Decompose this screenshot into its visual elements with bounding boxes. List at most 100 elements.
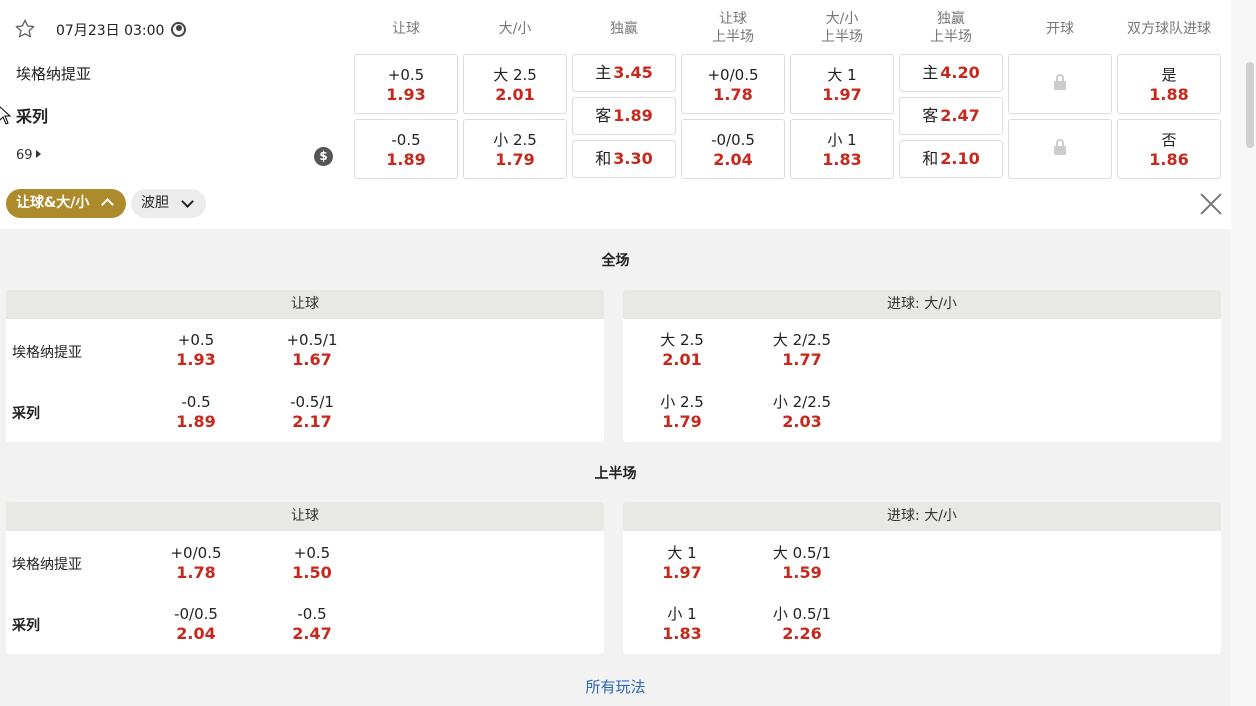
odds-cell-ml-away[interactable]: 客 1.89 bbox=[572, 97, 676, 135]
odds-cell[interactable]: 小 2/2.5 2.03 bbox=[757, 393, 847, 431]
odds-value: 1.59 bbox=[782, 563, 822, 582]
mouse-cursor-icon bbox=[0, 106, 12, 125]
odds-label: +0.5 bbox=[293, 544, 331, 562]
star-icon[interactable] bbox=[14, 18, 36, 40]
odds-value: 2.47 bbox=[292, 624, 332, 643]
panel-team-away: 采列 bbox=[12, 406, 40, 422]
odds-cell[interactable]: 大 0.5/1 1.59 bbox=[757, 544, 847, 582]
odds-cell[interactable]: -0/0.5 2.04 bbox=[151, 605, 241, 643]
odds-value: 2.01 bbox=[495, 85, 535, 104]
odds-cell-ml-1h-draw[interactable]: 和 2.10 bbox=[899, 140, 1003, 178]
away-team-name: 采列 bbox=[16, 107, 49, 126]
odds-label: 主 bbox=[595, 63, 612, 82]
odds-label: 大 1 bbox=[667, 544, 697, 562]
odds-value: 3.45 bbox=[613, 63, 653, 82]
odds-label: +0.5 bbox=[387, 66, 425, 84]
odds-cell[interactable]: 小 2.5 1.79 bbox=[637, 393, 727, 431]
live-icon bbox=[171, 22, 186, 37]
odds-label: 大 2.5 bbox=[660, 331, 704, 349]
odds-cell[interactable]: -0.5 2.47 bbox=[267, 605, 357, 643]
odds-value: 2.03 bbox=[782, 412, 822, 431]
odds-value: 2.04 bbox=[176, 624, 216, 643]
odds-label: 大 1 bbox=[827, 66, 857, 84]
odds-cell[interactable]: 小 0.5/1 2.26 bbox=[757, 605, 847, 643]
odds-label: -0/0.5 bbox=[711, 131, 755, 149]
odds-cell-ml-1h-away[interactable]: 客 2.47 bbox=[899, 97, 1003, 135]
filter-pill-handicap-ou[interactable]: 让球&大/小 bbox=[6, 189, 126, 218]
all-markets-link[interactable]: 所有玩法 bbox=[0, 676, 1231, 697]
odds-cell-ml-home[interactable]: 主 3.45 bbox=[572, 54, 676, 92]
odds-cell[interactable]: 大 2/2.5 1.77 bbox=[757, 331, 847, 369]
odds-cell[interactable]: -0.5/1 2.17 bbox=[267, 393, 357, 431]
odds-label: 小 2.5 bbox=[493, 131, 537, 149]
odds-value: 2.04 bbox=[713, 150, 753, 169]
odds-value: 2.01 bbox=[662, 350, 702, 369]
odds-label: +0.5/1 bbox=[286, 331, 338, 349]
odds-cell[interactable]: +0.5/1 1.67 bbox=[267, 331, 357, 369]
filter-pill-label: 波胆 bbox=[141, 195, 169, 211]
col-header-over-under: 大/小 bbox=[498, 21, 532, 37]
col-header-handicap: 让球 bbox=[392, 21, 420, 37]
odds-value: 1.89 bbox=[386, 150, 426, 169]
odds-label: 客 bbox=[595, 106, 612, 125]
odds-label: 客 bbox=[922, 106, 939, 125]
odds-cell-ou-1h-under[interactable]: 小 1 1.83 bbox=[790, 119, 894, 179]
odds-label: 和 bbox=[922, 149, 939, 168]
close-icon[interactable] bbox=[1199, 192, 1223, 216]
odds-value: 1.93 bbox=[176, 350, 216, 369]
odds-label: -0.5/1 bbox=[290, 393, 334, 411]
col-header-btts: 双方球队进球 bbox=[1127, 21, 1211, 37]
odds-cell-ml-1h-home[interactable]: 主 4.20 bbox=[899, 54, 1003, 92]
odds-value: 1.78 bbox=[713, 85, 753, 104]
odds-cell-ou-1h-over[interactable]: 大 1 1.97 bbox=[790, 54, 894, 114]
filter-pill-correct-score[interactable]: 波胆 bbox=[131, 189, 206, 218]
panel-full-handicap: 让球 埃格纳提亚 采列 +0.5 1.93 +0.5/1 1.67 -0.5 1.89… bbox=[6, 290, 604, 442]
odds-cell-hdp-1h-away[interactable]: -0/0.5 2.04 bbox=[681, 119, 785, 179]
odds-value: 1.88 bbox=[1149, 85, 1189, 104]
chevron-up-icon bbox=[101, 198, 114, 211]
odds-cell-ou-under[interactable]: 小 2.5 1.79 bbox=[463, 119, 567, 179]
scrollbar-thumb[interactable] bbox=[1246, 62, 1254, 148]
odds-cell[interactable]: 大 1 1.97 bbox=[637, 544, 727, 582]
match-datetime: 07月23日 03:00 bbox=[56, 23, 165, 39]
odds-value: 1.67 bbox=[292, 350, 332, 369]
odds-label: -0.5 bbox=[391, 131, 421, 149]
odds-cell[interactable]: -0.5 1.89 bbox=[151, 393, 241, 431]
odds-value: 1.89 bbox=[176, 412, 216, 431]
odds-value: 1.79 bbox=[495, 150, 535, 169]
odds-cell[interactable]: +0.5 1.50 bbox=[267, 544, 357, 582]
odds-label: -0/0.5 bbox=[174, 605, 218, 623]
panel-header: 进球: 大/小 bbox=[623, 502, 1221, 531]
panel-header: 让球 bbox=[6, 502, 604, 531]
odds-cell[interactable]: 大 2.5 2.01 bbox=[637, 331, 727, 369]
odds-cell-btts-no[interactable]: 否 1.86 bbox=[1117, 119, 1221, 179]
odds-value: 4.20 bbox=[940, 63, 980, 82]
odds-cell-hdp-1h-home[interactable]: +0/0.5 1.78 bbox=[681, 54, 785, 114]
odds-label: 小 0.5/1 bbox=[772, 605, 832, 623]
scrollbar[interactable] bbox=[1231, 0, 1256, 706]
more-count-value: 69 bbox=[16, 148, 33, 163]
panel-header: 进球: 大/小 bbox=[623, 290, 1221, 319]
odds-label: +0/0.5 bbox=[170, 544, 222, 562]
cashout-icon[interactable]: $ bbox=[314, 147, 333, 166]
odds-cell-ou-over[interactable]: 大 2.5 2.01 bbox=[463, 54, 567, 114]
odds-cell-btts-yes[interactable]: 是 1.88 bbox=[1117, 54, 1221, 114]
odds-cell[interactable]: +0.5 1.93 bbox=[151, 331, 241, 369]
odds-label: 大 2/2.5 bbox=[772, 331, 832, 349]
more-markets-count[interactable]: 69 bbox=[16, 148, 41, 163]
odds-label: +0/0.5 bbox=[707, 66, 759, 84]
odds-cell-hdp-home[interactable]: +0.5 1.93 bbox=[354, 54, 458, 114]
section-title-full-time: 全场 bbox=[601, 253, 630, 269]
odds-label: 否 bbox=[1161, 131, 1177, 149]
odds-cell-hdp-away[interactable]: -0.5 1.89 bbox=[354, 119, 458, 179]
odds-label: 大 0.5/1 bbox=[772, 544, 832, 562]
panel-header: 让球 bbox=[6, 290, 604, 319]
odds-cell[interactable]: 小 1 1.83 bbox=[637, 605, 727, 643]
odds-value: 2.26 bbox=[782, 624, 822, 643]
panel-team-home: 埃格纳提亚 bbox=[12, 345, 82, 361]
odds-cell-ml-draw[interactable]: 和 3.30 bbox=[572, 140, 676, 178]
odds-cell[interactable]: +0/0.5 1.78 bbox=[151, 544, 241, 582]
panel-half-over-under: 进球: 大/小 大 1 1.97 大 0.5/1 1.59 小 1 1.83 小 0.… bbox=[623, 502, 1221, 654]
panel-full-over-under: 进球: 大/小 大 2.5 2.01 大 2/2.5 1.77 小 2.5 1.79 … bbox=[623, 290, 1221, 442]
odds-cell-kickoff-away bbox=[1008, 119, 1112, 179]
